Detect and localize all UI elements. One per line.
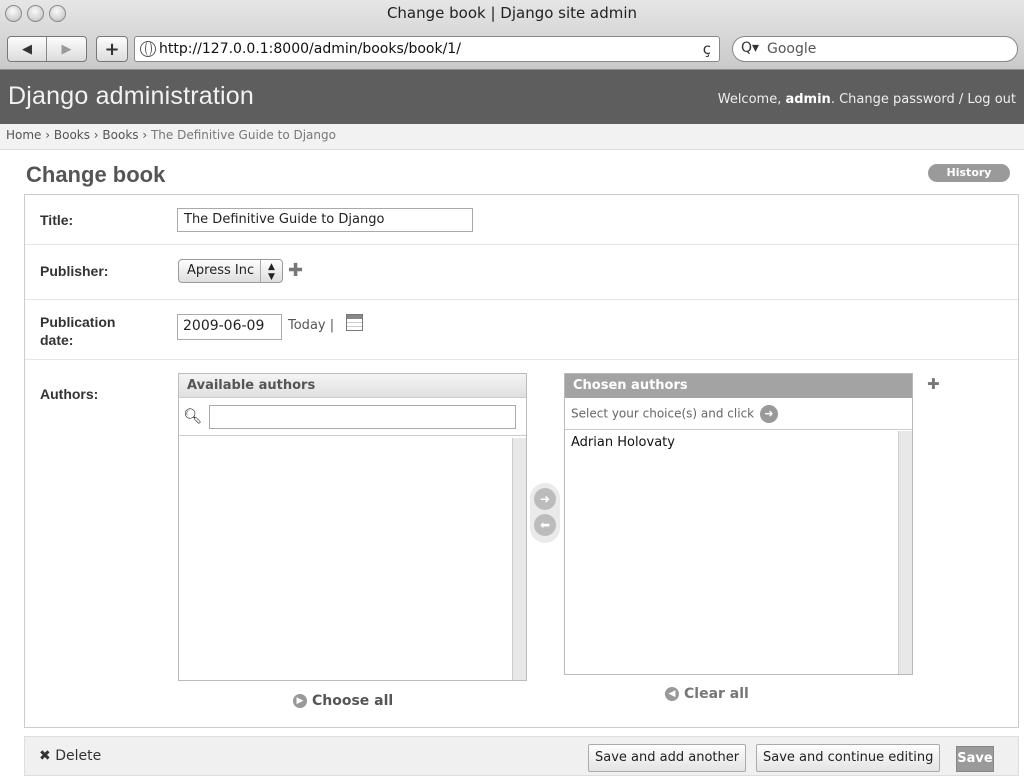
title-row: Title: The Definitive Guide to Django (25, 195, 1018, 245)
publisher-label: Publisher: (40, 263, 109, 279)
window-titlebar: Change book | Django site admin ◀ ▶ + ht… (0, 0, 1024, 70)
save-and-add-another-button[interactable]: Save and add another (588, 744, 747, 772)
choose-all-icon: ▶ (293, 694, 307, 708)
back-button[interactable]: ◀ (8, 37, 47, 61)
url-text: http://127.0.0.1:8000/admin/books/book/1… (159, 41, 461, 57)
reload-icon[interactable]: ç (703, 40, 711, 58)
delete-link[interactable]: ✖ Delete (39, 748, 101, 764)
available-authors-title: Available authors (179, 374, 526, 398)
chosen-help-text: Select your choice(s) and click (571, 406, 755, 421)
clear-all-link[interactable]: ◀ Clear all (665, 686, 749, 702)
history-nav: ◀ ▶ (7, 36, 87, 62)
publication-date-label: Publication date: (40, 314, 116, 348)
save-and-continue-button[interactable]: Save and continue editing (756, 744, 941, 772)
chosen-scrollbar[interactable] (898, 431, 912, 674)
publisher-selected: Apress Inc (187, 263, 255, 278)
add-publisher-icon[interactable]: ✚ (288, 262, 303, 280)
add-bookmark-button[interactable]: + (96, 36, 128, 62)
available-authors-box: Available authors 🔍︎ (178, 373, 527, 681)
author-filter-input[interactable] (209, 405, 516, 429)
welcome-text: Welcome, (717, 92, 786, 107)
account-links[interactable]: . Change password / Log out (831, 92, 1016, 107)
remove-selected-icon[interactable]: ⬅ (534, 514, 556, 536)
search-field[interactable]: Q▾ Google (732, 36, 1018, 62)
address-bar[interactable]: http://127.0.0.1:8000/admin/books/book/1… (134, 36, 720, 62)
breadcrumb-links[interactable]: Home › Books › Books › (6, 128, 151, 142)
delete-label: Delete (55, 748, 102, 764)
authors-label: Authors: (40, 386, 99, 402)
username: admin (785, 92, 831, 107)
chosen-authors-list[interactable]: Adrian Holovaty (565, 431, 912, 674)
available-scrollbar[interactable] (512, 438, 526, 680)
title-label: Title: (40, 212, 74, 228)
chosen-authors-box: Chosen authors Select your choice(s) and… (564, 373, 913, 675)
plus-icon: + (104, 38, 120, 60)
date-input[interactable]: 2009-06-09 (177, 314, 282, 340)
add-selected-icon[interactable]: ➜ (534, 488, 556, 510)
book-form: Title: The Definitive Guide to Django Pu… (24, 194, 1019, 728)
save-button[interactable]: Save (956, 746, 994, 772)
filter-row: 🔍︎ (179, 398, 526, 436)
delete-icon: ✖ (39, 748, 51, 764)
history-button[interactable]: History (928, 164, 1010, 182)
clear-all-label: Clear all (684, 686, 749, 702)
arrow-right-icon: ➜ (759, 405, 778, 423)
title-input[interactable]: The Definitive Guide to Django (177, 208, 473, 232)
publication-date-row: Publication date: 2009-06-09 Today | (25, 300, 1018, 360)
site-branding[interactable]: Django administration (8, 82, 254, 111)
breadcrumb: Home › Books › Books › The Definitive Gu… (0, 124, 1024, 150)
page-title: Change book (26, 162, 166, 187)
magnifier-icon: 🔍︎ (183, 407, 203, 425)
publisher-select[interactable]: Apress Inc ▲ ▼ (178, 259, 283, 283)
admin-header: Django administration Welcome, admin. Ch… (0, 70, 1024, 124)
chosen-author-item[interactable]: Adrian Holovaty (565, 431, 912, 454)
globe-icon (140, 41, 156, 57)
forward-button[interactable]: ▶ (47, 37, 86, 61)
chosen-authors-title: Chosen authors (565, 374, 912, 398)
search-icon[interactable]: Q▾ (741, 40, 759, 56)
user-tools: Welcome, admin. Change password / Log ou… (718, 92, 1016, 107)
chosen-help: Select your choice(s) and click ➜ (565, 398, 912, 430)
breadcrumb-current: The Definitive Guide to Django (150, 128, 336, 142)
clear-all-icon: ◀ (665, 687, 679, 701)
available-authors-list[interactable] (179, 438, 526, 680)
choose-all-link[interactable]: ▶ Choose all (293, 693, 393, 709)
choose-all-label: Choose all (312, 693, 394, 709)
select-arrows-icon: ▲ ▼ (260, 260, 282, 282)
search-placeholder: Google (767, 41, 817, 57)
today-link[interactable]: Today | (288, 318, 334, 333)
publisher-row: Publisher: Apress Inc ▲ ▼ ✚ (25, 245, 1018, 300)
window-title: Change book | Django site admin (386, 4, 638, 22)
move-buttons: ➜ ⬅ (530, 483, 560, 543)
calendar-icon[interactable] (346, 314, 363, 331)
submit-row: ✖ Delete Save and add another Save and c… (24, 736, 1019, 776)
add-author-icon[interactable]: ✚ (927, 375, 940, 393)
